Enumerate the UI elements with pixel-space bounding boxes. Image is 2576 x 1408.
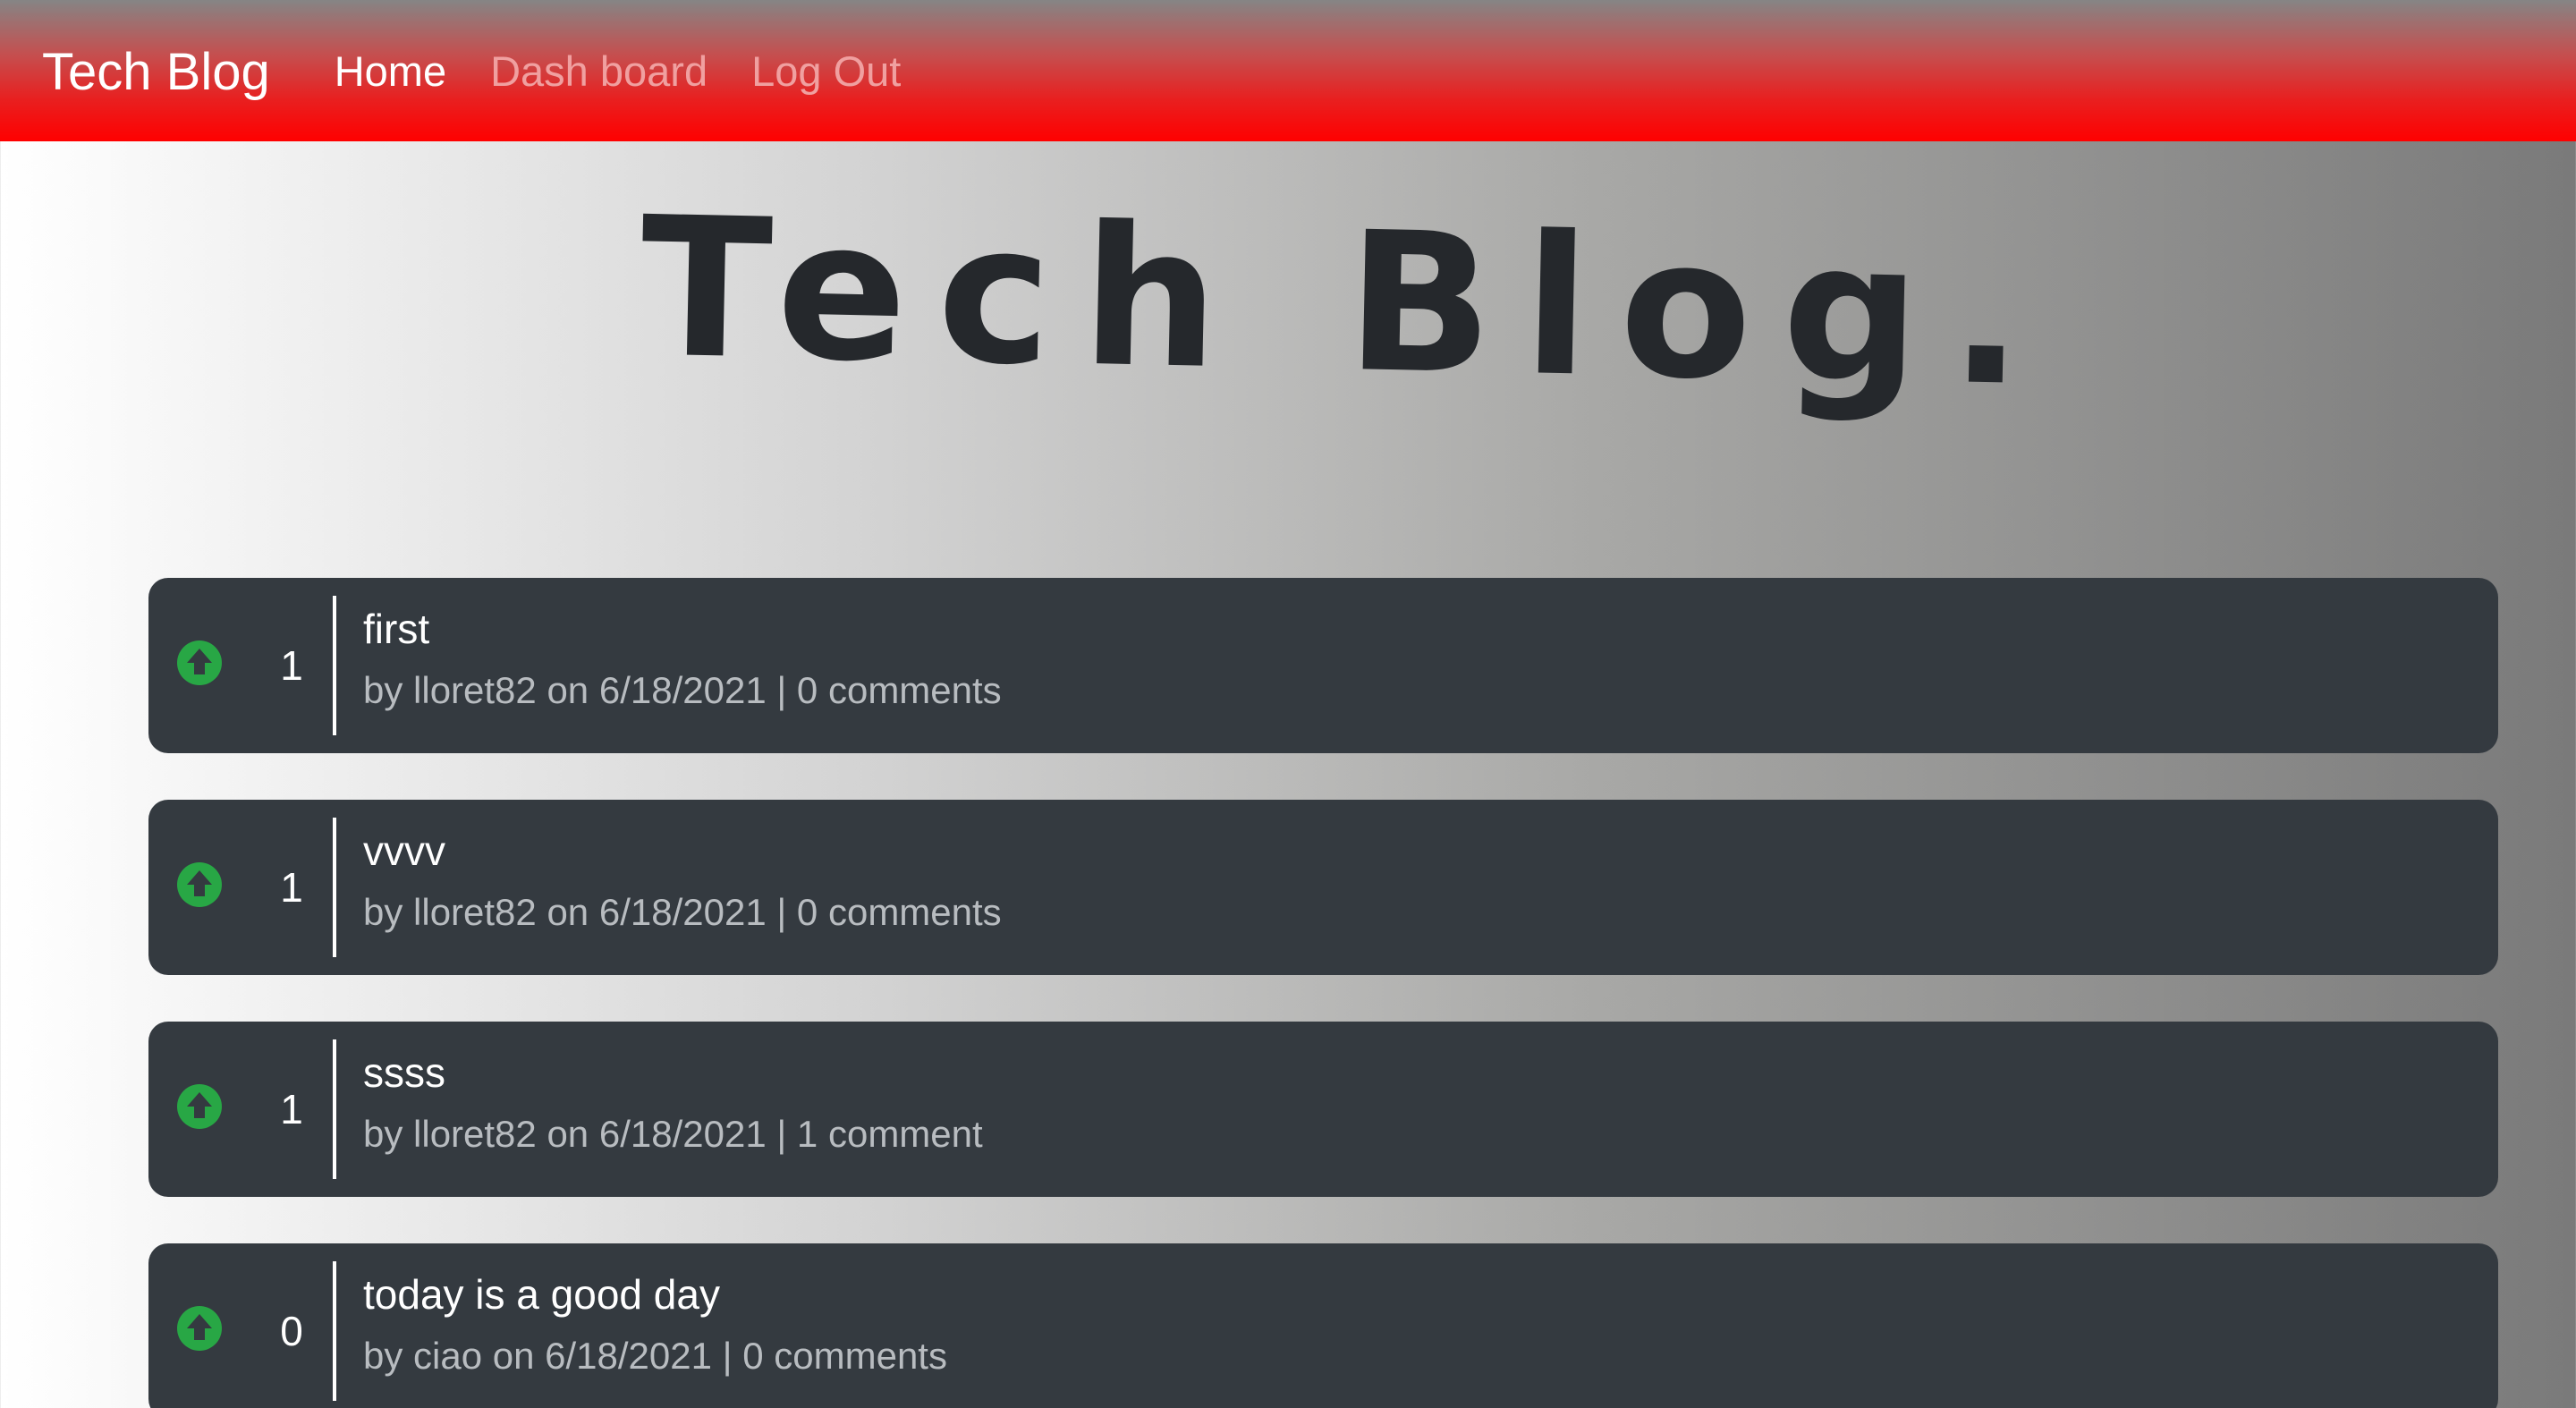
post-title-link[interactable]: vvvv — [363, 827, 445, 875]
post-list: 1 first by lloret82 on 6/18/2021 | 0 com… — [148, 578, 2498, 1408]
post-title-link[interactable]: ssss — [363, 1048, 445, 1097]
post-card[interactable]: 1 ssss by lloret82 on 6/18/2021 | 1 comm… — [148, 1022, 2498, 1197]
post-meta: by lloret82 on 6/18/2021 | 0 comments — [363, 669, 1002, 711]
arrow-up-circle-icon[interactable] — [177, 1306, 222, 1351]
post-card[interactable]: 0 today is a good day by ciao on 6/18/20… — [148, 1243, 2498, 1408]
vote-count: 1 — [280, 864, 303, 911]
nav-logout-link[interactable]: Log Out — [751, 47, 901, 96]
hero: Tech Blog. — [0, 174, 2576, 501]
brand-link[interactable]: Tech Blog — [42, 42, 270, 102]
vote-count: 0 — [280, 1308, 303, 1354]
navbar: Tech Blog Home Dash board Log Out — [0, 0, 2576, 141]
post-card[interactable]: 1 vvvv by lloret82 on 6/18/2021 | 0 comm… — [148, 800, 2498, 975]
arrow-up-circle-icon[interactable] — [177, 1084, 222, 1129]
card-divider — [333, 596, 336, 735]
card-divider — [333, 1261, 336, 1401]
arrow-up-circle-icon[interactable] — [177, 640, 222, 685]
post-title-link[interactable]: today is a good day — [363, 1270, 720, 1319]
hero-title: Tech Blog. — [638, 174, 2056, 429]
vote-count: 1 — [280, 642, 303, 689]
post-title-link[interactable]: first — [363, 605, 429, 653]
vote-count: 1 — [280, 1086, 303, 1132]
post-meta: by lloret82 on 6/18/2021 | 1 comment — [363, 1113, 983, 1155]
nav-dashboard-link[interactable]: Dash board — [490, 47, 708, 96]
post-card[interactable]: 1 first by lloret82 on 6/18/2021 | 0 com… — [148, 578, 2498, 753]
card-divider — [333, 1039, 336, 1179]
card-divider — [333, 818, 336, 957]
nav-home-link[interactable]: Home — [335, 47, 446, 96]
arrow-up-circle-icon[interactable] — [177, 862, 222, 907]
post-meta: by ciao on 6/18/2021 | 0 comments — [363, 1335, 947, 1377]
post-meta: by lloret82 on 6/18/2021 | 0 comments — [363, 891, 1002, 933]
